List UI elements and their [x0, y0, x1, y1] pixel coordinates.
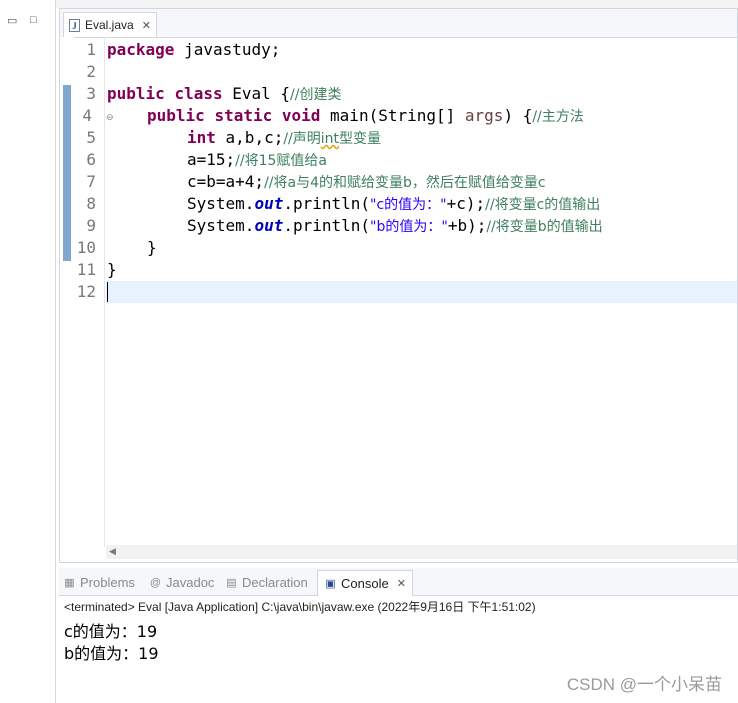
code-line: public class Eval {//创建类	[107, 84, 342, 103]
tab-eval-java[interactable]: J Eval.java ✕	[63, 12, 157, 37]
line-number: 8	[86, 194, 96, 213]
at-icon: @	[149, 577, 162, 589]
line-number: 5	[86, 128, 96, 147]
code-line: package javastudy;	[107, 40, 281, 59]
text-caret	[107, 282, 108, 302]
window-top-strip	[0, 0, 738, 8]
tab-label: Eval.java	[85, 18, 134, 32]
console-tab-bar: ▦ Problems @ Javadoc ▤ Declaration ▣ Console…	[59, 568, 738, 596]
close-icon[interactable]: ✕	[397, 573, 406, 595]
gutter-divider	[104, 37, 105, 547]
declaration-icon: ▤	[226, 577, 237, 589]
line-number: 7	[86, 172, 96, 191]
line-number: 3	[86, 84, 96, 103]
console-icon: ▣	[325, 577, 336, 590]
code-line: System.out.println("b的值为："+b);//将变量b的值输出	[187, 216, 603, 235]
overview-ruler	[60, 37, 74, 547]
code-line: }	[147, 238, 157, 257]
scroll-left-icon[interactable]: ◀	[109, 546, 116, 557]
line-number: 10	[76, 238, 96, 257]
code-line: System.out.println("c的值为："+c);//将变量c的值输出	[187, 194, 601, 213]
watermark: CSDN @一个小呆苗	[566, 675, 722, 694]
current-line-highlight	[106, 281, 737, 303]
line-number: 6	[86, 150, 96, 169]
editor-tab-bar: J Eval.java ✕	[60, 9, 737, 38]
close-icon[interactable]: ✕	[142, 19, 151, 32]
code-line: c=b=a+4;//将a与4的和赋给变量b，然后在赋值给变量c	[187, 172, 546, 191]
code-line: int a,b,c;//声明int型变量	[187, 128, 382, 147]
line-number: 1	[86, 40, 96, 59]
line-numbers: 1 2 3 4 ⊖ 5 6 7 8 9 10 11 12	[74, 37, 114, 547]
left-panel: ▭ □	[0, 0, 56, 703]
console-output-line: b的值为：19	[64, 644, 159, 663]
code-line: }	[107, 260, 117, 279]
line-number: 2	[86, 62, 96, 81]
tab-javadoc[interactable]: @ Javadoc	[149, 572, 215, 594]
code-line: a=15;//将15赋值给a	[187, 150, 327, 169]
line-number: 12	[76, 282, 96, 301]
line-number: 9	[86, 216, 96, 235]
maximize-icon[interactable]: □	[30, 14, 37, 26]
tab-problems[interactable]: ▦ Problems	[63, 572, 135, 594]
change-marker	[63, 85, 71, 261]
line-number: 11	[76, 260, 96, 279]
tab-console[interactable]: ▣ Console ✕	[317, 570, 413, 596]
line-number: 4	[82, 106, 92, 125]
console-output-line: c的值为：19	[64, 622, 158, 641]
java-file-icon: J	[69, 18, 80, 32]
editor-pane: J Eval.java ✕ 1 2 3 4 ⊖ 5 6 7 8 9 10 11 …	[59, 8, 738, 563]
code-line: public static void main(String[] args) {…	[147, 106, 584, 125]
terminated-status: <terminated> Eval [Java Application] C:\…	[64, 600, 536, 614]
tab-declaration[interactable]: ▤ Declaration	[225, 572, 307, 594]
minimize-icon[interactable]: ▭	[7, 14, 17, 27]
code-editor[interactable]: package javastudy; public class Eval {//…	[106, 37, 737, 547]
horizontal-scrollbar[interactable]: ◀	[106, 545, 737, 559]
problems-icon: ▦	[64, 577, 75, 589]
